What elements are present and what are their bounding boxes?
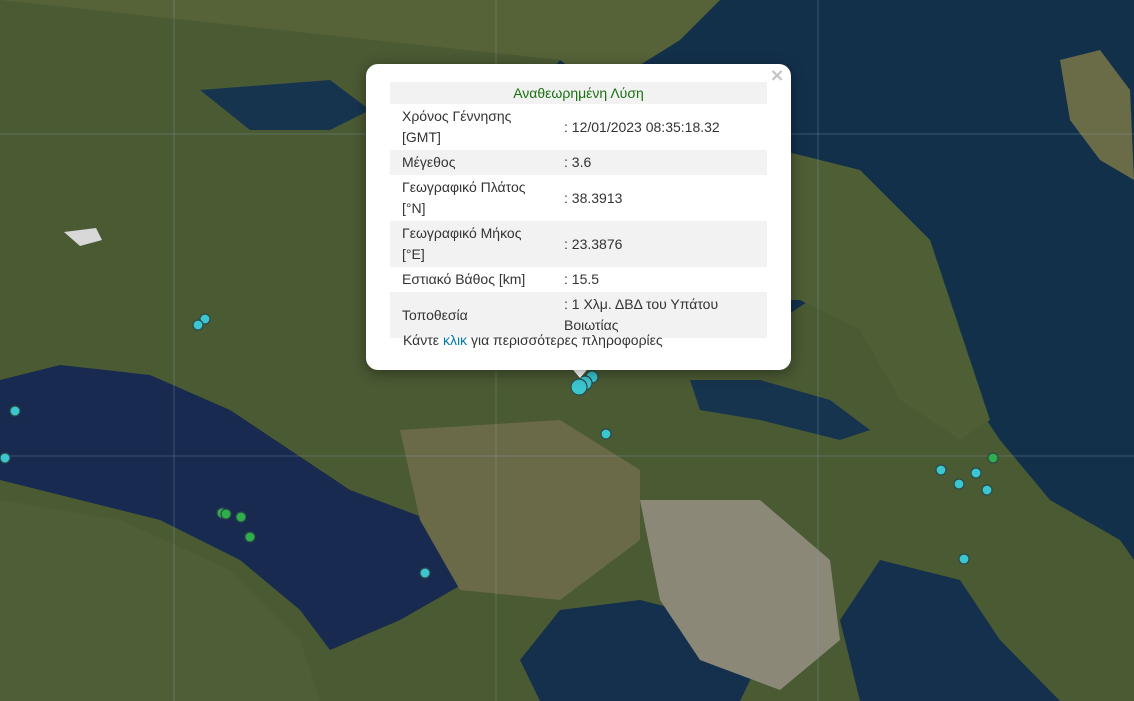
earthquake-marker[interactable] — [935, 464, 947, 476]
earthquake-marker[interactable] — [235, 511, 247, 523]
row-label: Εστιακό Βάθος [km] — [402, 271, 526, 287]
earthquake-marker[interactable] — [9, 405, 21, 417]
table-row: Μέγεθος : 3.6 — [390, 150, 767, 175]
row-label: Γεωγραφικό Μήκος [°E] — [390, 221, 552, 267]
close-icon[interactable]: × — [769, 67, 785, 85]
table-row: Εστιακό Βάθος [km] : 15.5 — [390, 267, 767, 292]
more-info-link[interactable]: κλικ — [443, 332, 467, 348]
earthquake-marker[interactable] — [220, 508, 232, 520]
earthquake-marker[interactable] — [981, 484, 993, 496]
row-value: : 3.6 — [552, 150, 767, 175]
more-info-suffix: για περισσότερες πληροφορίες — [470, 332, 663, 348]
earthquake-marker-selected[interactable] — [570, 378, 588, 396]
earthquake-marker[interactable] — [600, 428, 612, 440]
earthquake-popup: × Αναθεωρημένη Λύση Χρόνος Γέννησης [GMT… — [366, 64, 791, 370]
earthquake-marker[interactable] — [419, 567, 431, 579]
row-value: : 15.5 — [564, 271, 600, 287]
more-info-prefix: Κάντε — [403, 332, 440, 348]
row-value: : 38.3913 — [564, 189, 623, 206]
more-info-line: Κάντε κλικ για περισσότερες πληροφορίες — [403, 332, 663, 348]
row-label: Χρόνος Γέννησης [GMT] — [402, 108, 512, 145]
row-value: : 12/01/2023 08:35:18.32 — [564, 118, 720, 135]
earthquake-marker[interactable] — [244, 531, 256, 543]
earthquake-marker[interactable] — [0, 452, 11, 464]
earthquake-marker[interactable] — [987, 452, 999, 464]
table-row: Γεωγραφικό Μήκος [°E] : 23.3876 — [390, 221, 767, 267]
table-row: Χρόνος Γέννησης [GMT] : 12/01/2023 08:35… — [390, 104, 767, 150]
row-value: : 23.3876 — [552, 221, 767, 267]
earthquake-marker[interactable] — [192, 319, 204, 331]
earthquake-marker[interactable] — [958, 553, 970, 565]
row-label: Μέγεθος — [390, 150, 552, 175]
earthquake-marker[interactable] — [970, 467, 982, 479]
popup-header: Αναθεωρημένη Λύση — [390, 82, 767, 104]
row-label: Γεωγραφικό Πλάτος [°N] — [402, 179, 526, 216]
table-row: Γεωγραφικό Πλάτος [°N] : 38.3913 — [390, 175, 767, 221]
earthquake-info-table: Αναθεωρημένη Λύση Χρόνος Γέννησης [GMT] … — [390, 82, 767, 338]
earthquake-marker[interactable] — [953, 478, 965, 490]
